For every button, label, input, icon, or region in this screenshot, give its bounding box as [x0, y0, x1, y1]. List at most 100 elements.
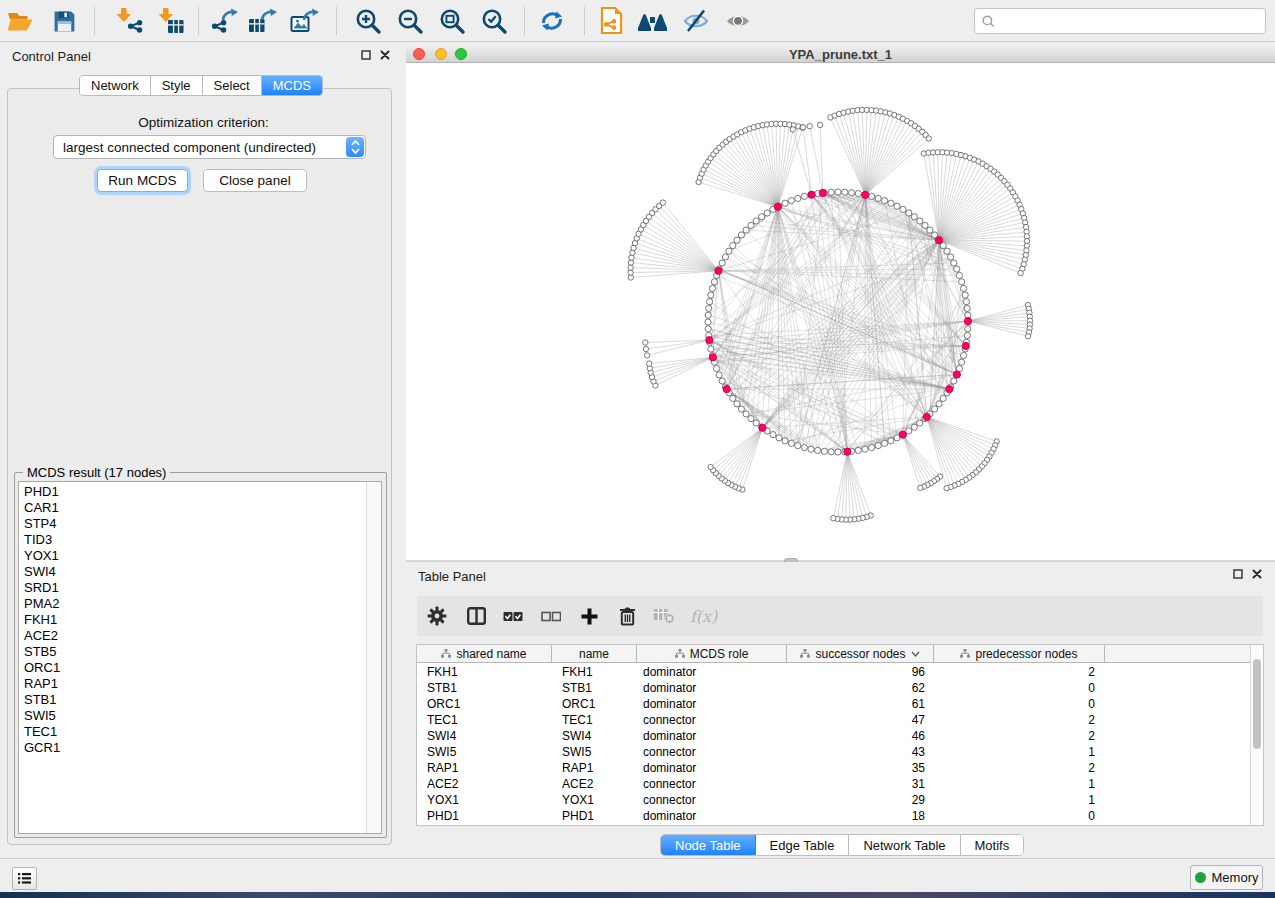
table-row[interactable]: RAP1RAP1dominator352 [417, 760, 1251, 776]
open-file-icon[interactable] [3, 4, 37, 38]
mcds-result-item[interactable]: PMA2 [24, 596, 60, 612]
table-header-row: shared namenameMCDS rolesuccessor nodesp… [417, 645, 1251, 663]
mcds-result-item[interactable]: TEC1 [24, 724, 60, 740]
import-network-icon[interactable] [111, 4, 145, 38]
mcds-result-item[interactable]: STB5 [24, 644, 60, 660]
mcds-result-list[interactable]: PHD1CAR1STP4TID3YOX1SWI4SRD1PMA2FKH1ACE2… [18, 481, 382, 834]
criterion-select[interactable]: largest connected component (undirected) [53, 135, 366, 159]
table-row[interactable]: YOX1YOX1connector291 [417, 792, 1251, 808]
mcds-result-item[interactable]: SWI5 [24, 708, 60, 724]
column-header-MCDS-role[interactable]: MCDS role [637, 645, 787, 662]
share-document-icon[interactable] [595, 4, 629, 38]
mcds-result-item[interactable]: TID3 [24, 532, 60, 548]
show-details-icon[interactable] [721, 4, 755, 38]
delete-icon[interactable] [611, 600, 643, 632]
tab-select[interactable]: Select [203, 76, 262, 95]
cell-shared-name: SWI5 [417, 745, 552, 759]
search-network-icon[interactable] [635, 4, 669, 38]
cell-MCDS-role: dominator [637, 729, 787, 743]
cell-successor-nodes: 47 [787, 713, 934, 727]
refresh-icon[interactable] [535, 4, 569, 38]
export-network-icon[interactable] [208, 4, 242, 38]
mcds-result-item[interactable]: FKH1 [24, 612, 60, 628]
svg-text:f(x): f(x) [690, 607, 718, 626]
mcds-tab-content: Optimization criterion: largest connecte… [7, 88, 392, 845]
tab-mcds[interactable]: MCDS [262, 76, 322, 95]
tab-network[interactable]: Network [80, 76, 151, 95]
column-header-shared-name[interactable]: shared name [417, 645, 552, 662]
export-table-icon[interactable] [246, 4, 280, 38]
cell-successor-nodes: 43 [787, 745, 934, 759]
task-history-button[interactable] [12, 867, 37, 890]
cell-shared-name: RAP1 [417, 761, 552, 775]
mcds-result-item[interactable]: STB1 [24, 692, 60, 708]
table-row[interactable]: SWI5SWI5connector431 [417, 744, 1251, 760]
zoom-fit-icon[interactable] [435, 4, 469, 38]
table-row[interactable]: SWI4SWI4dominator462 [417, 728, 1251, 744]
table-row[interactable]: FKH1FKH1dominator962 [417, 664, 1251, 680]
close-panel-button[interactable]: Close panel [203, 169, 307, 192]
column-header-successor-nodes[interactable]: successor nodes [787, 645, 934, 662]
cell-MCDS-role: connector [637, 777, 787, 791]
gear-icon[interactable] [421, 600, 453, 632]
hide-details-icon[interactable] [679, 4, 713, 38]
search-box[interactable] [974, 8, 1266, 34]
tab-style[interactable]: Style [151, 76, 203, 95]
mcds-result-item[interactable]: ORC1 [24, 660, 60, 676]
zoom-selected-icon[interactable] [477, 4, 511, 38]
table-row[interactable]: STB1STB1dominator620 [417, 680, 1251, 696]
table-panel: Table Panel f(x) shared namenameMCDS rol… [401, 562, 1275, 858]
toolbar-separator [94, 6, 95, 35]
network-window-title: YPA_prune.txt_1 [406, 47, 1275, 62]
save-icon[interactable] [47, 4, 81, 38]
tab-network-table[interactable]: Network Table [849, 835, 960, 855]
mcds-result-item[interactable]: RAP1 [24, 676, 60, 692]
mcds-result-item[interactable]: GCR1 [24, 740, 60, 756]
run-mcds-button[interactable]: Run MCDS [97, 169, 188, 192]
toolbar-separator [524, 6, 525, 35]
cell-successor-nodes: 61 [787, 697, 934, 711]
main-toolbar [0, 0, 1275, 42]
select-all-icon[interactable] [497, 600, 529, 632]
float-icon[interactable] [361, 50, 371, 60]
close-icon[interactable] [1252, 569, 1262, 579]
search-input[interactable] [1000, 14, 1265, 29]
table-scrollbar[interactable] [1250, 645, 1263, 825]
table-row[interactable]: ORC1ORC1dominator610 [417, 696, 1251, 712]
network-window-titlebar[interactable]: YPA_prune.txt_1 [406, 44, 1275, 63]
export-image-icon[interactable] [288, 4, 322, 38]
mcds-result-item[interactable]: SRD1 [24, 580, 60, 596]
mcds-result-item[interactable]: SWI4 [24, 564, 60, 580]
zoom-in-icon[interactable] [351, 4, 385, 38]
table-scrollbar-thumb[interactable] [1253, 659, 1261, 749]
columns-icon[interactable] [460, 600, 492, 632]
deselect-all-icon[interactable] [535, 600, 567, 632]
cell-successor-nodes: 96 [787, 665, 934, 679]
zoom-out-icon[interactable] [393, 4, 427, 38]
close-icon[interactable] [380, 50, 390, 60]
tab-node-table[interactable]: Node Table [661, 835, 756, 855]
network-canvas[interactable] [406, 63, 1273, 558]
mcds-result-item[interactable]: ACE2 [24, 628, 60, 644]
memory-button[interactable]: Memory [1190, 865, 1263, 890]
mcds-result-item[interactable]: CAR1 [24, 500, 60, 516]
status-bar: Memory [0, 858, 1275, 892]
tab-edge-table[interactable]: Edge Table [756, 835, 850, 855]
mcds-result-item[interactable]: STP4 [24, 516, 60, 532]
tab-motifs[interactable]: Motifs [961, 835, 1024, 855]
table-row[interactable]: ACE2ACE2connector311 [417, 776, 1251, 792]
mcds-result-item[interactable]: YOX1 [24, 548, 60, 564]
add-icon[interactable] [573, 600, 605, 632]
import-table-icon[interactable] [153, 4, 187, 38]
mcds-result-item[interactable]: PHD1 [24, 484, 60, 500]
network-graph[interactable] [406, 63, 1273, 558]
float-icon[interactable] [1233, 569, 1243, 579]
cell-shared-name: FKH1 [417, 665, 552, 679]
table-row[interactable]: TEC1TEC1connector472 [417, 712, 1251, 728]
cell-MCDS-role: dominator [637, 697, 787, 711]
column-header-predecessor-nodes[interactable]: predecessor nodes [934, 645, 1105, 662]
column-header-name[interactable]: name [552, 645, 637, 662]
cell-successor-nodes: 35 [787, 761, 934, 775]
table-row[interactable]: PHD1PHD1dominator180 [417, 808, 1251, 824]
mcds-list-scrollbar[interactable] [366, 482, 381, 833]
